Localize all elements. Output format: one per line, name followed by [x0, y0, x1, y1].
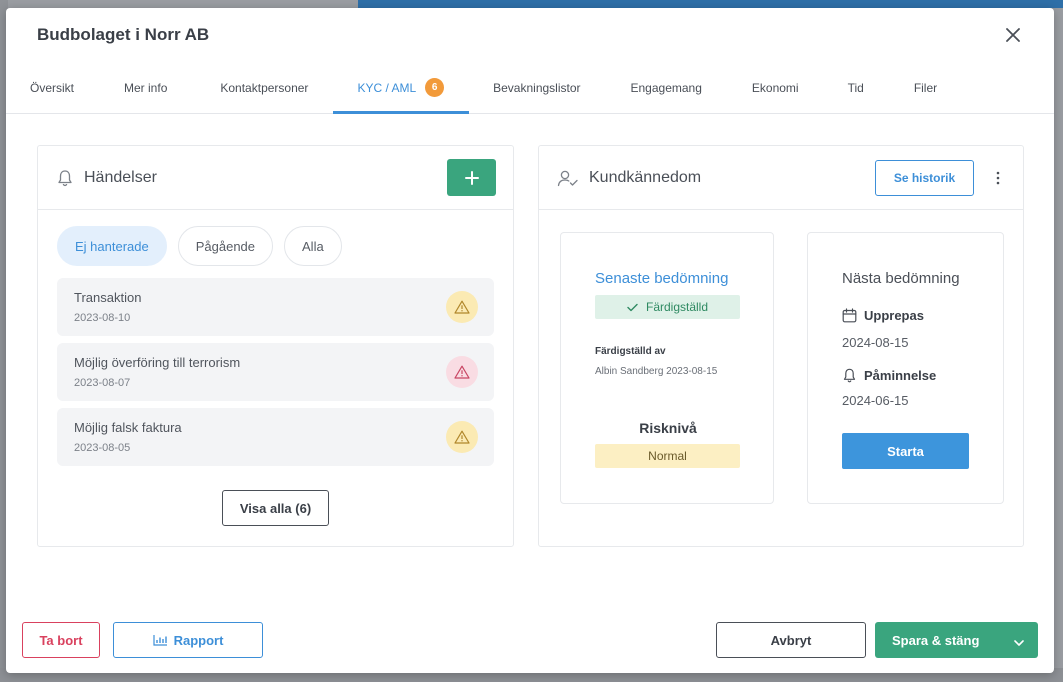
completed-by-value: Albin Sandberg 2023-08-15 [595, 366, 718, 377]
report-label: Rapport [173, 632, 224, 648]
tab-kyc-aml[interactable]: KYC / AML 6 [333, 62, 469, 114]
kyc-title-text: Kundkännedom [589, 168, 702, 186]
tab-label: Engagemang [630, 80, 702, 95]
modal-title: Budbolaget i Norr AB [37, 25, 210, 44]
tab-label: Tid [847, 80, 864, 95]
filter-ej-hanterade[interactable]: Ej hanterade [57, 226, 167, 266]
more-options-button[interactable] [990, 160, 1006, 196]
tab-tid[interactable]: Tid [848, 62, 864, 113]
reminder-label: Påminnelse [864, 368, 937, 383]
history-button[interactable]: Se historik [875, 159, 974, 196]
tab-count-badge: 6 [425, 78, 445, 97]
filter-alla[interactable]: Alla [284, 226, 342, 266]
event-date: 2023-08-07 [74, 377, 131, 389]
chevron-down-icon[interactable] [1014, 635, 1024, 650]
alert-icon [446, 356, 478, 388]
tab-ekonomi[interactable]: Ekonomi [752, 62, 799, 113]
filter-pagaende[interactable]: Pågående [177, 226, 274, 266]
tab-label: Kontaktpersoner [220, 80, 309, 95]
next-assessment-title: Nästa bedömning [842, 270, 960, 287]
show-all-button[interactable]: Visa alla (6) [222, 490, 329, 526]
event-date: 2023-08-05 [74, 442, 131, 454]
reminder-date: 2024-06-15 [842, 393, 909, 408]
tab-filer[interactable]: Filer [914, 62, 937, 113]
events-panel-header: Händelser [38, 146, 513, 210]
tab-kontaktpersoner[interactable]: Kontaktpersoner [220, 62, 308, 113]
tab-label: Översikt [30, 80, 75, 95]
completed-by-label: Färdigställd av [595, 346, 666, 357]
tab-label: Bevakningslistor [493, 80, 581, 95]
tab-bar: Översikt Mer info Kontaktpersoner KYC / … [6, 62, 1054, 114]
kyc-actions: Se historik [875, 159, 1006, 196]
warning-icon [446, 421, 478, 453]
event-item[interactable]: Möjlig överföring till terrorism 2023-08… [57, 343, 494, 401]
kyc-title: Kundkännedom [557, 169, 701, 187]
tab-label: Filer [913, 80, 938, 95]
calendar-icon [842, 308, 857, 323]
risk-level-badge: Normal [595, 444, 740, 468]
tab-label: Mer info [124, 80, 168, 95]
event-item[interactable]: Transaktion 2023-08-10 [57, 278, 494, 336]
status-badge: Färdigställd [595, 295, 740, 319]
tab-mer-info[interactable]: Mer info [124, 62, 167, 113]
event-title: Möjlig falsk faktura [74, 420, 182, 435]
check-icon [627, 303, 638, 311]
save-close-button[interactable]: Spara & stäng [875, 622, 1038, 658]
plus-icon [464, 170, 479, 185]
close-button[interactable] [1002, 24, 1024, 46]
add-event-button[interactable] [447, 159, 496, 196]
close-icon [1006, 28, 1020, 42]
events-title-text: Händelser [84, 168, 157, 186]
start-assessment-button[interactable]: Starta [842, 433, 969, 469]
cancel-button[interactable]: Avbryt [716, 622, 866, 658]
event-title: Möjlig överföring till terrorism [74, 355, 241, 370]
save-close-label: Spara & stäng [892, 632, 980, 648]
tab-bevakningslistor[interactable]: Bevakningslistor [493, 62, 580, 113]
latest-assessment-title: Senaste bedömning [595, 270, 729, 287]
tab-oversikt[interactable]: Översikt [30, 62, 74, 113]
events-title: Händelser [56, 169, 157, 187]
bell-icon [843, 368, 856, 383]
repeat-row: Upprepas [842, 308, 924, 323]
warning-icon [446, 291, 478, 323]
background-topbar [358, 0, 1063, 8]
event-item[interactable]: Möjlig falsk faktura 2023-08-05 [57, 408, 494, 466]
event-filters: Ej hanterade Pågående Alla [38, 210, 513, 266]
modal-header: Budbolaget i Norr AB [6, 8, 1054, 62]
event-date: 2023-08-10 [74, 312, 131, 324]
events-panel: Händelser Ej hanterade Pågående Alla Tra… [37, 145, 514, 547]
repeat-date: 2024-08-15 [842, 335, 909, 350]
latest-assessment-card: Senaste bedömning Färdigställd Färdigstä… [560, 232, 774, 504]
kebab-icon [996, 171, 1000, 184]
reminder-row: Påminnelse [842, 368, 936, 383]
report-button[interactable]: Rapport [113, 622, 263, 658]
delete-button[interactable]: Ta bort [22, 622, 100, 658]
tab-label: Ekonomi [751, 80, 799, 95]
next-assessment-card: Nästa bedömning Upprepas 2024-08-15 Påmi… [807, 232, 1004, 504]
status-text: Färdigställd [645, 300, 709, 314]
repeat-label: Upprepas [864, 308, 924, 323]
event-title: Transaktion [74, 290, 142, 305]
bell-icon [58, 169, 72, 186]
tab-engagemang[interactable]: Engagemang [631, 62, 702, 113]
user-check-icon [557, 170, 578, 186]
tab-label: KYC / AML [357, 80, 417, 95]
company-modal: Budbolaget i Norr AB Översikt Mer info K… [6, 8, 1054, 673]
kyc-panel: Kundkännedom Se historik Senaste bedömni… [538, 145, 1024, 547]
risk-level-label: Risknivå [639, 420, 697, 436]
kyc-panel-header: Kundkännedom Se historik [539, 146, 1023, 210]
chart-icon [152, 635, 167, 646]
